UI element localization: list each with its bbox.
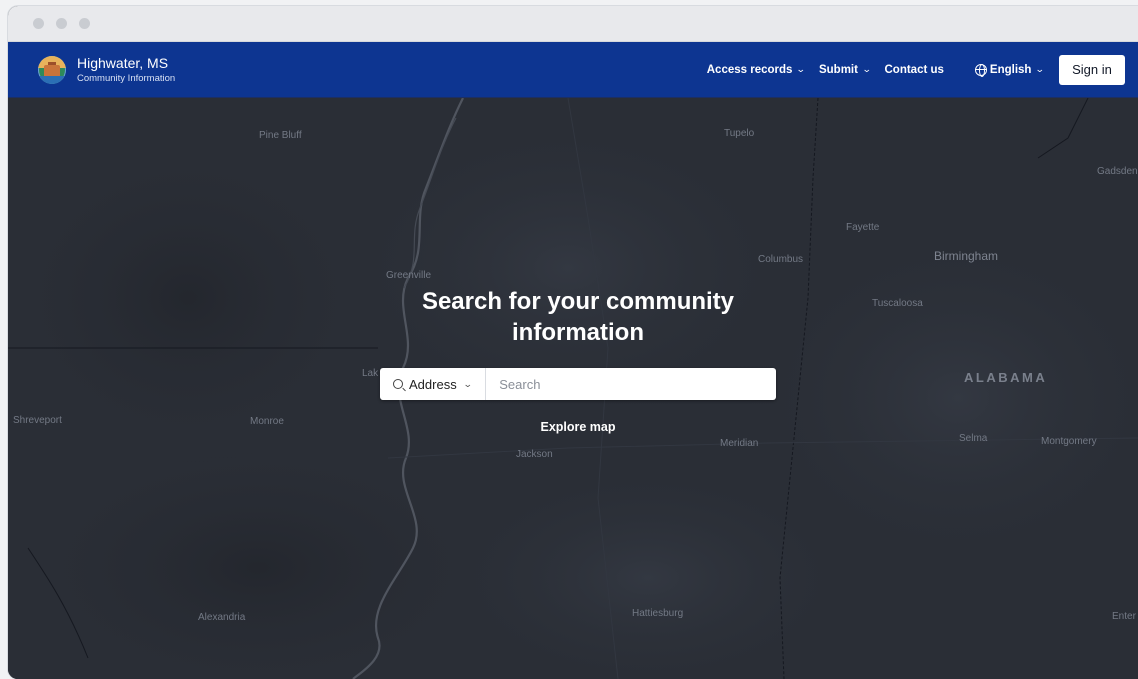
- background-map[interactable]: Pine Bluff Tupelo Gadsden Fayette Greenv…: [8, 98, 1138, 679]
- map-label-tupelo: Tupelo: [724, 128, 755, 139]
- map-label-shreveport: Shreveport: [13, 415, 62, 426]
- top-navbar: Highwater, MS Community Information Acce…: [8, 42, 1138, 98]
- sign-in-button[interactable]: Sign in: [1059, 54, 1125, 85]
- map-label-pine-bluff: Pine Bluff: [259, 130, 302, 141]
- search-icon: [393, 379, 403, 389]
- map-label-alexandria: Alexandria: [198, 612, 246, 623]
- brand-home-link[interactable]: Highwater, MS Community Information: [38, 55, 175, 85]
- map-label-alabama: ALABAMA: [964, 370, 1048, 385]
- globe-icon: [974, 63, 987, 77]
- map-label-hattiesburg: Hattiesburg: [632, 608, 684, 619]
- search-input[interactable]: [486, 368, 776, 400]
- submit-menu[interactable]: Submit ⌄: [818, 63, 872, 76]
- language-label: English: [989, 63, 1032, 76]
- window-maximize-dot[interactable]: [79, 18, 90, 29]
- map-label-columbus: Columbus: [758, 254, 804, 265]
- search-type-label: Address: [409, 376, 457, 392]
- search-type-dropdown[interactable]: Address ⌄: [380, 368, 487, 400]
- map-label-jackson: Jackson: [516, 449, 553, 460]
- window-minimize-dot[interactable]: [56, 18, 67, 29]
- contact-us-label: Contact us: [884, 63, 944, 76]
- hero-title: Search for your community information: [421, 288, 735, 346]
- access-records-menu[interactable]: Access records ⌄: [706, 63, 807, 76]
- access-records-label: Access records: [706, 63, 793, 76]
- window-close-dot[interactable]: [33, 18, 44, 29]
- hero: Search for your community information: [380, 286, 776, 348]
- explore-map-link[interactable]: Explore map: [380, 420, 776, 434]
- chevron-down-icon: ⌄: [462, 378, 473, 389]
- browser-window: Highwater, MS Community Information Acce…: [8, 6, 1138, 679]
- search-bar: Address ⌄: [380, 368, 776, 400]
- nav-links: Access records ⌄ Submit ⌄ Contact us Eng…: [706, 54, 1125, 85]
- chevron-down-icon: ⌄: [1035, 64, 1046, 74]
- submit-label: Submit: [818, 63, 858, 76]
- map-label-lake: Lak: [362, 368, 379, 379]
- map-label-tuscaloosa: Tuscaloosa: [872, 298, 923, 309]
- map-label-monroe: Monroe: [250, 416, 284, 427]
- map-label-enterprise: Enter: [1112, 611, 1136, 622]
- map-label-greenville: Greenville: [386, 270, 432, 281]
- chevron-down-icon: ⌄: [796, 64, 807, 74]
- map-label-gadsden: Gadsden: [1097, 166, 1138, 177]
- map-label-fayette: Fayette: [846, 222, 880, 233]
- site-subtitle: Community Information: [77, 72, 176, 84]
- language-selector[interactable]: English ⌄: [974, 63, 1046, 77]
- map-label-birmingham: Birmingham: [934, 249, 999, 263]
- site-title: Highwater, MS: [77, 54, 169, 71]
- chevron-down-icon: ⌄: [861, 64, 872, 74]
- map-label-selma: Selma: [959, 433, 988, 444]
- map-label-montgomery: Montgomery: [1041, 436, 1097, 447]
- contact-us-link[interactable]: Contact us: [885, 64, 944, 76]
- map-label-meridian: Meridian: [720, 438, 759, 449]
- community-logo: [38, 55, 66, 84]
- window-titlebar: [8, 6, 1138, 42]
